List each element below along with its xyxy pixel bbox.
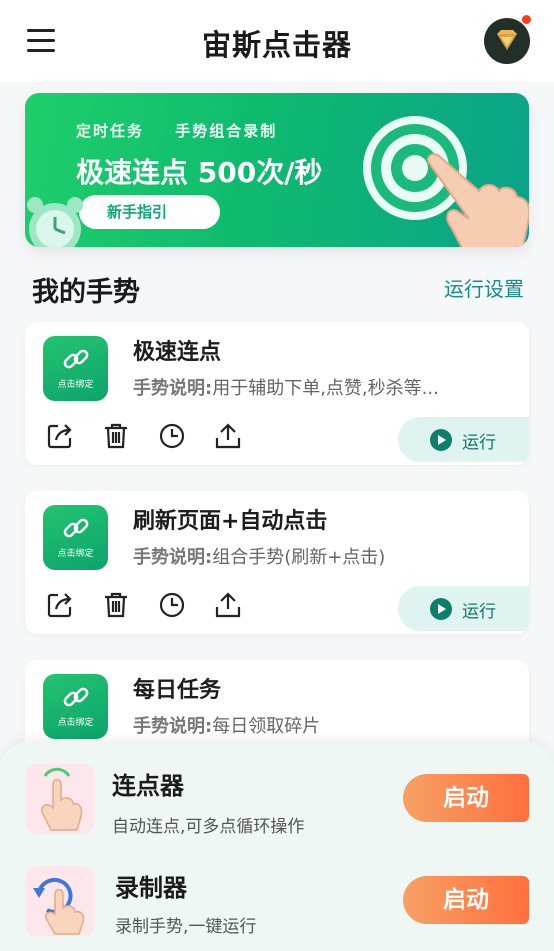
gesture-card: 点击绑定 刷新页面+自动点击 手势说明:组合手势(刷新+点击) 运行 xyxy=(25,491,529,634)
gesture-description: 手势说明:用于辅助下单,点赞,秒杀等... xyxy=(133,374,513,400)
run-label: 运行 xyxy=(462,433,496,453)
tool-name: 录制器 xyxy=(115,874,187,902)
promo-banner[interactable]: 定时任务 手势组合录制 极速连点 500次/秒 新手指引 xyxy=(25,93,529,247)
banner-tags: 定时任务 手势组合录制 xyxy=(76,120,301,141)
record-hand-icon xyxy=(25,866,95,936)
schedule-icon[interactable] xyxy=(158,591,186,619)
tool-description: 录制手势,一键运行 xyxy=(115,917,257,937)
run-settings-link[interactable]: 运行设置 xyxy=(444,273,524,302)
play-icon xyxy=(430,598,452,620)
alarm-clock-icon xyxy=(27,197,83,247)
gesture-card: 点击绑定 极速连点 手势说明:用于辅助下单,点赞,秒杀等... 运行 xyxy=(25,322,529,465)
share-icon[interactable] xyxy=(46,591,74,619)
desc-prefix: 手势说明: xyxy=(133,547,213,568)
pointing-hand-icon xyxy=(427,153,529,247)
play-icon xyxy=(430,429,452,451)
notification-dot xyxy=(521,14,532,25)
tap-hand-icon xyxy=(25,764,95,834)
banner-tag: 定时任务 xyxy=(76,122,145,140)
delete-icon[interactable] xyxy=(102,591,130,619)
icon-caption: 点击绑定 xyxy=(57,718,94,728)
desc-prefix: 手势说明: xyxy=(133,378,213,399)
tool-name: 连点器 xyxy=(112,772,184,800)
icon-caption: 点击绑定 xyxy=(57,549,94,559)
run-button[interactable]: 运行 xyxy=(398,586,529,631)
start-recorder-button[interactable]: 启动 xyxy=(403,876,529,924)
desc-prefix: 手势说明: xyxy=(133,716,213,737)
app-title: 宙斯点击器 xyxy=(201,28,352,62)
upload-icon[interactable] xyxy=(214,591,242,619)
guide-button[interactable]: 新手指引 xyxy=(79,195,220,229)
bind-click-icon-button[interactable]: 点击绑定 xyxy=(43,336,108,401)
gesture-title: 刷新页面+自动点击 xyxy=(133,509,328,534)
avatar[interactable] xyxy=(484,18,530,64)
run-label: 运行 xyxy=(462,602,496,622)
link-icon xyxy=(63,349,89,369)
tool-description: 自动连点,可多点循环操作 xyxy=(112,817,305,837)
vip-diamond-icon xyxy=(497,30,517,50)
upload-icon[interactable] xyxy=(214,422,242,450)
banner-headline: 极速连点 500次/秒 xyxy=(76,156,323,189)
link-icon xyxy=(63,518,89,538)
desc-text: 每日领取碎片 xyxy=(212,716,321,737)
schedule-icon[interactable] xyxy=(158,422,186,450)
section-title: 我的手势 xyxy=(32,277,140,308)
icon-caption: 点击绑定 xyxy=(57,380,94,390)
gesture-title: 极速连点 xyxy=(133,340,222,365)
desc-text: 用于辅助下单,点赞,秒杀等... xyxy=(212,378,439,399)
run-button[interactable]: 运行 xyxy=(398,417,529,462)
gesture-description: 手势说明:每日领取碎片 xyxy=(133,712,513,738)
tools-panel: 连点器 自动连点,可多点循环操作 启动 录制器 录制手势,一键运行 启动 xyxy=(0,742,554,951)
gesture-title: 每日任务 xyxy=(133,678,222,703)
bind-click-icon-button[interactable]: 点击绑定 xyxy=(43,674,108,739)
start-clicker-button[interactable]: 启动 xyxy=(403,774,529,822)
link-icon xyxy=(63,687,89,707)
gesture-description: 手势说明:组合手势(刷新+点击) xyxy=(133,543,513,569)
app-header: 宙斯点击器 xyxy=(0,0,554,82)
share-icon[interactable] xyxy=(46,422,74,450)
delete-icon[interactable] xyxy=(102,422,130,450)
desc-text: 组合手势(刷新+点击) xyxy=(212,547,386,568)
bind-click-icon-button[interactable]: 点击绑定 xyxy=(43,505,108,570)
banner-tag: 手势组合录制 xyxy=(175,122,278,140)
